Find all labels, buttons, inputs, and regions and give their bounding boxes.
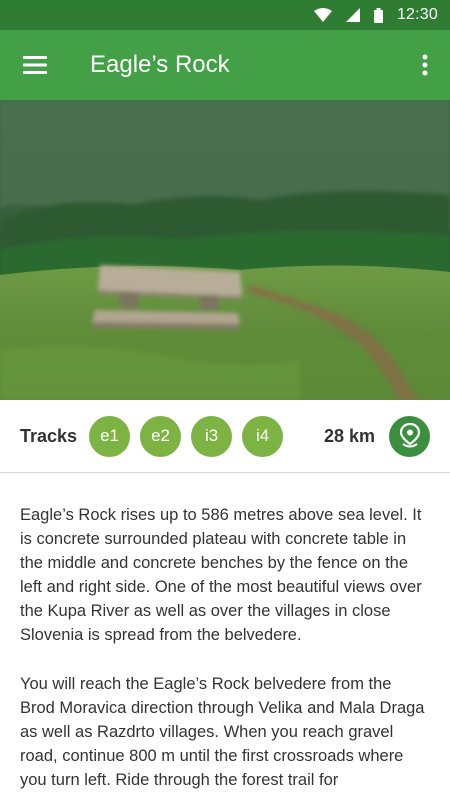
track-badge-e1[interactable]: e1 [89,415,131,457]
track-badge-i4[interactable]: i4 [242,415,284,457]
hamburger-menu-icon [23,56,47,74]
map-pin-icon [399,423,420,448]
track-badge-i3[interactable]: i3 [191,415,233,457]
description-paragraph: You will reach the Eagle’s Rock belveder… [20,675,425,789]
distance-value: 28 km [323,425,375,446]
track-info-row: Tracks e1 e2 i3 i4 28 km [0,400,450,473]
description: Eagle’s Rock rises up to 586 metres abov… [0,473,450,800]
menu-button[interactable] [0,30,70,100]
status-bar: 12:30 [0,0,450,30]
signal-icon [345,8,360,22]
description-paragraph: Eagle’s Rock rises up to 586 metres abov… [20,506,422,644]
tracks-label: Tracks [20,425,78,446]
clock: 12:30 [396,6,438,23]
wifi-icon [313,8,332,22]
more-vertical-icon [422,54,428,76]
show-on-map-button[interactable] [389,415,430,457]
hero-image [0,100,450,400]
track-badge-e2[interactable]: e2 [140,415,182,457]
app-bar: Eagle’s Rock [0,30,450,100]
more-options-button[interactable] [400,30,450,100]
page-title: Eagle’s Rock [90,51,230,78]
battery-icon [373,7,383,23]
